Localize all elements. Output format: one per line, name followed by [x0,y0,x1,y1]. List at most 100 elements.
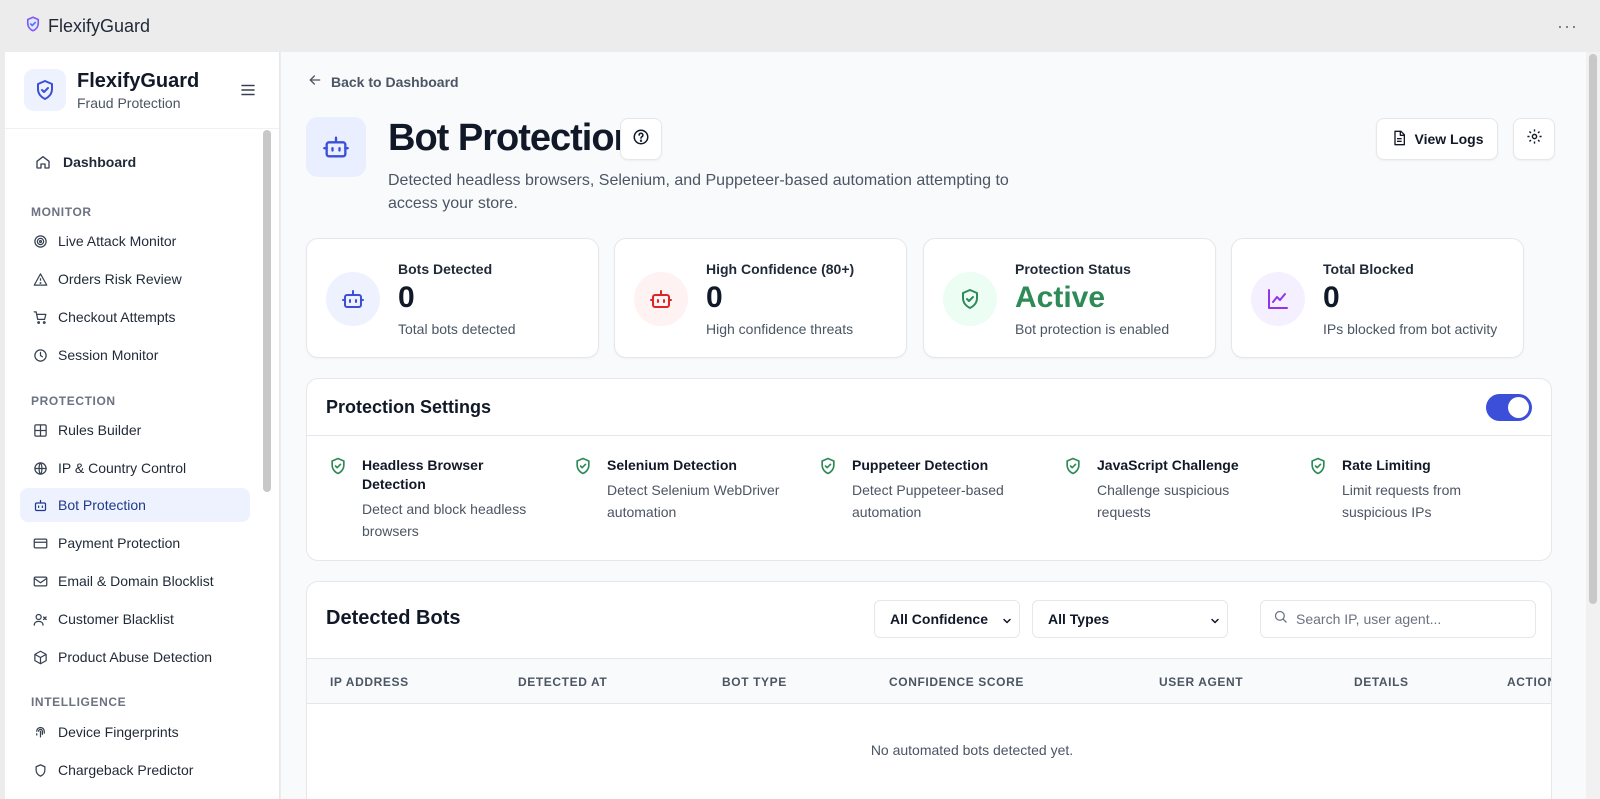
view-logs-button[interactable]: View Logs [1376,118,1498,160]
app-brand: FlexifyGuard [24,15,150,38]
main-scrollbar[interactable] [1586,52,1600,799]
sidebar-item-payment-protection[interactable]: Payment Protection [20,526,250,560]
warning-icon [32,271,48,287]
sidebar-item-session-monitor[interactable]: Session Monitor [20,338,250,372]
card-icon [32,535,48,551]
stat-card-total-blocked: Total Blocked 0 IPs blocked from bot act… [1231,238,1524,358]
section-intelligence: INTELLIGENCE [31,695,127,709]
package-icon [32,649,48,665]
sidebar-item-live-attack-monitor[interactable]: Live Attack Monitor [20,224,250,258]
section-monitor: MONITOR [31,205,92,219]
sidebar-title: FlexifyGuard [77,70,200,92]
type-filter-select[interactable]: All Types [1032,600,1228,638]
stat-card-high-confidence: High Confidence (80+) 0 High confidence … [614,238,907,358]
shield-check-icon [1308,456,1328,481]
column-header-detected-at[interactable]: DETECTED AT [518,675,607,689]
section-title: Protection Settings [326,396,492,417]
sidebar-item-device-fingerprints[interactable]: Device Fingerprints [20,715,250,749]
stat-card-protection-status: Protection Status Active Bot protection … [923,238,1216,358]
sidebar-item-label: Dashboard [63,154,137,170]
scrollbar-thumb[interactable] [1589,54,1597,604]
page-title: Bot Protection [388,117,637,159]
sidebar-item-orders-risk-review[interactable]: Orders Risk Review [20,262,250,296]
sidebar-item-product-abuse-detection[interactable]: Product Abuse Detection [20,640,250,674]
shield-check-icon [1063,456,1083,481]
search-icon [1273,609,1288,629]
select-value: All Types [1048,611,1110,627]
detected-bots-card: Detected Bots All Confidence All Types I… [306,581,1552,799]
column-header-actions[interactable]: ACTIONS [1507,675,1551,689]
help-button[interactable] [620,118,662,160]
sidebar-item-email-domain-blocklist[interactable]: Email & Domain Blocklist [20,564,250,598]
confidence-filter-select[interactable]: All Confidence [874,600,1020,638]
column-header-details[interactable]: DETAILS [1354,675,1409,689]
sidebar-item-label: Chargeback Predictor [58,762,194,778]
feature-title: Selenium Detection [607,457,737,473]
protection-toggle[interactable] [1486,394,1532,421]
sidebar-item-rules-builder[interactable]: Rules Builder [20,413,250,447]
sidebar-item-label: Checkout Attempts [58,309,176,325]
feature-description: Detect and block headless browsers [362,501,527,539]
feature-title: Puppeteer Detection [852,457,989,473]
section-protection: PROTECTION [31,394,116,408]
clock-icon [32,347,48,363]
chevron-down-icon [1001,614,1013,630]
feature-description: Detect Puppeteer-based automation [852,482,1004,520]
detected-bots-title: Detected Bots [326,607,461,629]
trend-chart-icon [1251,272,1305,326]
search-input[interactable] [1296,611,1526,627]
file-text-icon [1391,130,1407,149]
sidebar-item-label: Bot Protection [58,497,146,513]
empty-state-message: No automated bots detected yet. [870,742,1074,758]
shield-check-icon [24,69,66,111]
stat-label: Total Blocked [1323,261,1414,277]
sidebar-item-ip-country-control[interactable]: IP & Country Control [20,451,250,485]
sidebar-item-checkout-attempts[interactable]: Checkout Attempts [20,300,250,334]
toggle-knob [1508,397,1529,418]
user-x-icon [32,611,48,627]
bot-search-field[interactable] [1260,600,1536,638]
sidebar: FlexifyGuard Fraud Protection Dashboard … [5,52,280,799]
sidebar-item-label: Customer Blacklist [58,611,174,627]
view-logs-label: View Logs [1414,131,1484,147]
feature-description: Challenge suspicious requests [1097,482,1230,520]
sidebar-item-label: Session Monitor [58,347,159,363]
shield-check-icon [818,456,838,481]
sidebar-item-label: Device Fingerprints [58,724,179,740]
sidebar-item-label: Payment Protection [58,535,181,551]
sidebar-item-bot-protection[interactable]: Bot Protection [20,488,250,522]
sidebar-item-chargeback-predictor[interactable]: Chargeback Predictor [20,753,250,787]
main-content: Back to Dashboard Bot Protection Detecte… [281,52,1586,799]
stat-description: High confidence threats [706,321,854,337]
sidebar-item-label: Orders Risk Review [58,271,182,287]
home-icon [35,154,51,170]
radar-icon [32,233,48,249]
column-header-user-agent[interactable]: USER AGENT [1159,675,1243,689]
sidebar-scrollbar[interactable] [263,130,271,492]
column-header-confidence-score[interactable]: CONFIDENCE SCORE [889,675,1024,689]
feature-title: Rate Limiting [1342,457,1431,473]
shield-check-icon [943,272,997,326]
sidebar-item-label: Email & Domain Blocklist [58,573,214,589]
grid-icon [32,422,48,438]
bot-icon [32,497,48,513]
stat-description: Total bots detected [398,321,516,337]
column-header-ip-address[interactable]: IP ADDRESS [330,675,409,689]
stat-value: 0 [706,281,723,314]
table-header: IP ADDRESS DETECTED AT BOT TYPE CONFIDEN… [307,658,1551,704]
app-title: FlexifyGuard [48,15,151,36]
column-header-bot-type[interactable]: BOT TYPE [722,675,787,689]
stat-value: Active [1015,281,1106,314]
settings-button[interactable] [1513,118,1555,160]
hamburger-menu-icon[interactable] [239,81,257,104]
mail-icon [32,573,48,589]
back-to-dashboard-link[interactable]: Back to Dashboard [307,72,459,91]
more-options-icon[interactable]: ··· [1557,16,1578,37]
stat-card-bots-detected: Bots Detected 0 Total bots detected [306,238,599,358]
globe-icon [32,460,48,476]
sidebar-item-dashboard[interactable]: Dashboard [20,145,250,179]
sidebar-item-customer-blacklist[interactable]: Customer Blacklist [20,602,250,636]
stat-description: Bot protection is enabled [1015,321,1170,337]
shield-check-icon [328,456,348,481]
shield-icon [32,762,48,778]
